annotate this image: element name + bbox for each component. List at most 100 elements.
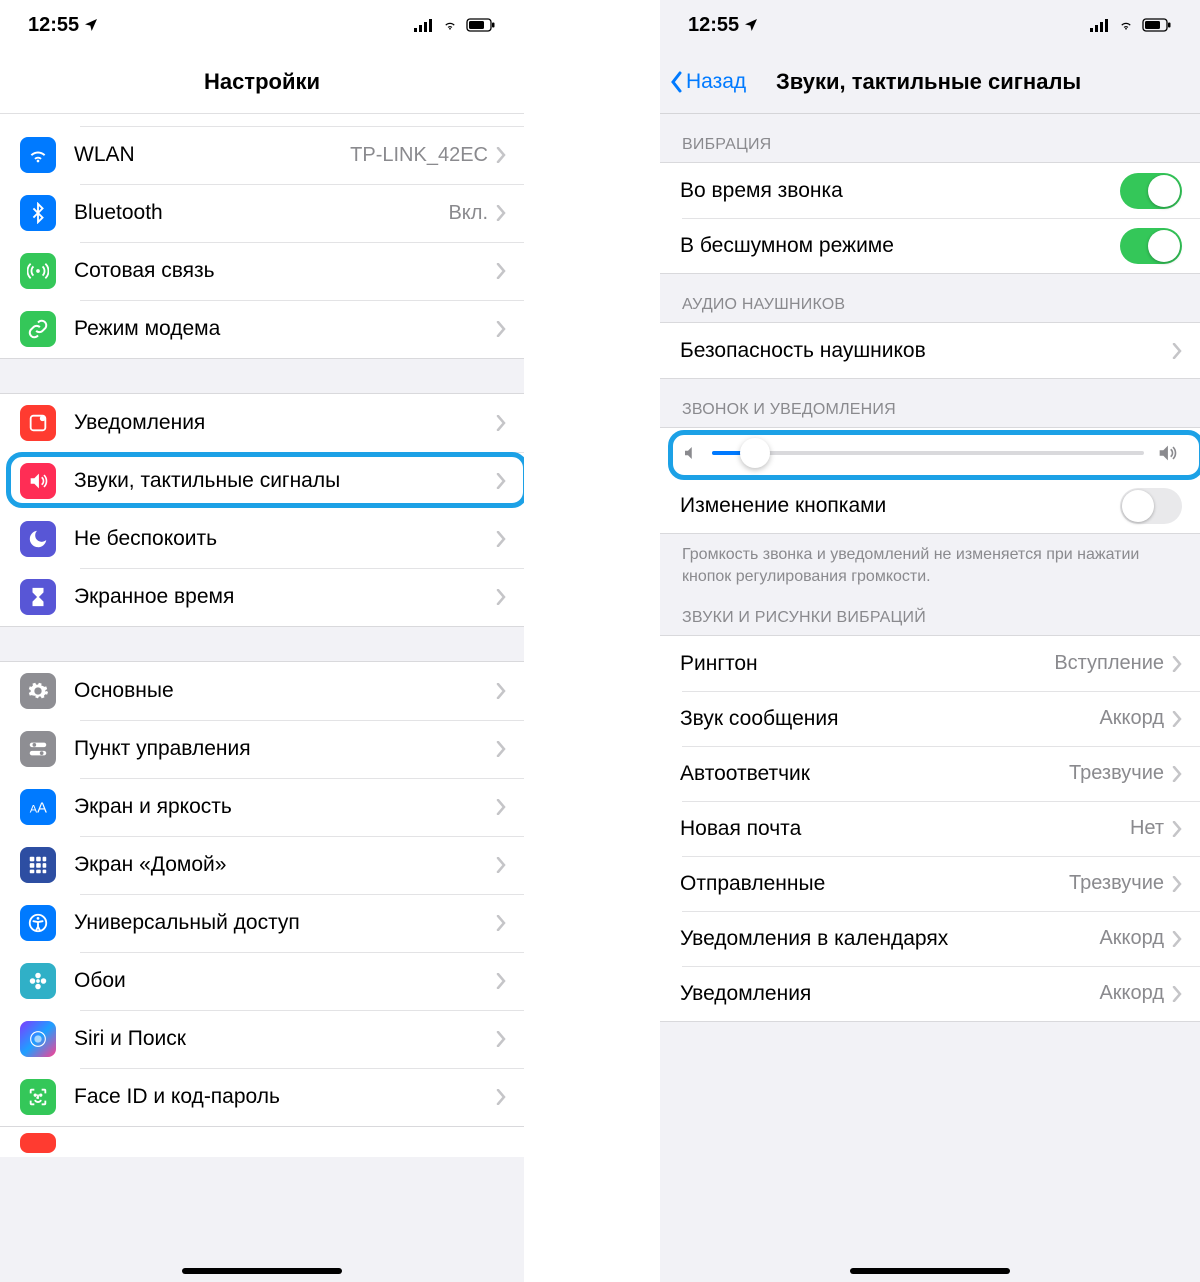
chevron-right-icon (1172, 931, 1182, 947)
settings-row-accessibility[interactable]: Универсальный доступ (0, 894, 524, 952)
settings-list[interactable]: WLAN TP-LINK_42EC Bluetooth Вкл. Сотовая… (0, 114, 524, 1282)
row-label: Рингтон (680, 652, 1054, 676)
chevron-right-icon (496, 741, 506, 757)
settings-row-wlan[interactable]: WLAN TP-LINK_42EC (0, 126, 524, 184)
row-value: Вступление (1054, 652, 1164, 675)
back-button[interactable]: Назад (670, 70, 746, 94)
settings-row-screentime[interactable]: Экранное время (0, 568, 524, 626)
row-label: Пункт управления (74, 737, 496, 761)
settings-row-faceid[interactable]: Face ID и код-пароль (0, 1068, 524, 1126)
partial-row-top (0, 114, 524, 126)
chevron-right-icon (496, 915, 506, 931)
settings-row-bluetooth[interactable]: Bluetooth Вкл. (0, 184, 524, 242)
toggle-change-buttons[interactable] (1120, 488, 1182, 524)
nav-bar: Настройки (0, 50, 524, 114)
settings-row-display[interactable]: AA Экран и яркость (0, 778, 524, 836)
row-value: Аккорд (1099, 707, 1164, 730)
row-label: Безопасность наушников (680, 339, 1172, 363)
nav-title: Настройки (204, 69, 320, 95)
row-label: Универсальный доступ (74, 911, 496, 935)
row-voicemail[interactable]: Автоответчик Трезвучие (660, 746, 1200, 801)
notifications-icon (20, 405, 56, 441)
chevron-right-icon (496, 531, 506, 547)
gear-icon (20, 673, 56, 709)
status-time: 12:55 (28, 14, 99, 37)
wifi-icon (1116, 18, 1136, 32)
wifi-icon (20, 137, 56, 173)
row-calendar-alerts[interactable]: Уведомления в календарях Аккорд (660, 911, 1200, 966)
volume-max-icon (1156, 442, 1178, 464)
section-header-ringer: ЗВОНОК И УВЕДОМЛЕНИЯ (660, 379, 1200, 427)
location-icon (743, 17, 759, 33)
cellular-icon (414, 18, 434, 32)
settings-row-home[interactable]: Экран «Домой» (0, 836, 524, 894)
section-header-audio: АУДИО НАУШНИКОВ (660, 274, 1200, 322)
settings-row-notifications[interactable]: Уведомления (0, 394, 524, 452)
row-vibrate-on-ring[interactable]: Во время звонка (660, 163, 1200, 218)
row-label: Face ID и код-пароль (74, 1085, 496, 1109)
row-text-tone[interactable]: Звук сообщения Аккорд (660, 691, 1200, 746)
row-reminder-alerts[interactable]: Уведомления Аккорд (660, 966, 1200, 1021)
row-label: Не беспокоить (74, 527, 496, 551)
row-label: Звук сообщения (680, 707, 1099, 731)
chevron-right-icon (496, 589, 506, 605)
row-label: Сотовая связь (74, 259, 496, 283)
hourglass-icon (20, 579, 56, 615)
settings-row-general[interactable]: Основные (0, 662, 524, 720)
siri-icon (20, 1021, 56, 1057)
chevron-right-icon (1172, 821, 1182, 837)
location-icon (83, 17, 99, 33)
bluetooth-icon (20, 195, 56, 231)
chevron-right-icon (1172, 656, 1182, 672)
home-indicator[interactable] (182, 1268, 342, 1274)
chevron-right-icon (496, 205, 506, 221)
settings-row-siri[interactable]: Siri и Поиск (0, 1010, 524, 1068)
time-text: 12:55 (28, 14, 79, 37)
settings-row-sounds[interactable]: Звуки, тактильные сигналы (0, 452, 524, 510)
chevron-right-icon (496, 263, 506, 279)
link-icon (20, 311, 56, 347)
row-value: Нет (1130, 817, 1164, 840)
faceid-icon (20, 1079, 56, 1115)
toggle-vibrate-ring[interactable] (1120, 173, 1182, 209)
settings-row-control-center[interactable]: Пункт управления (0, 720, 524, 778)
home-indicator[interactable] (850, 1268, 1010, 1274)
row-label: Siri и Поиск (74, 1027, 496, 1051)
row-new-mail[interactable]: Новая почта Нет (660, 801, 1200, 856)
row-label: Отправленные (680, 872, 1069, 896)
volume-slider[interactable] (712, 451, 1144, 455)
row-ringtone[interactable]: Рингтон Вступление (660, 636, 1200, 691)
row-vibrate-on-silent[interactable]: В бесшумном режиме (660, 218, 1200, 273)
settings-row-cellular[interactable]: Сотовая связь (0, 242, 524, 300)
row-label: Обои (74, 969, 496, 993)
moon-icon (20, 521, 56, 557)
svg-text:A: A (37, 801, 47, 817)
chevron-right-icon (496, 415, 506, 431)
chevron-right-icon (1172, 711, 1182, 727)
sounds-screen: 12:55 Назад Звуки, тактильные сигналы ВИ… (660, 0, 1200, 1282)
status-bar: 12:55 (0, 0, 524, 50)
back-label: Назад (686, 70, 746, 94)
textsize-icon: AA (20, 789, 56, 825)
time-text: 12:55 (688, 14, 739, 37)
sos-icon (20, 1133, 56, 1153)
speaker-icon (20, 463, 56, 499)
toggle-vibrate-silent[interactable] (1120, 228, 1182, 264)
row-sent-mail[interactable]: Отправленные Трезвучие (660, 856, 1200, 911)
row-value: Трезвучие (1069, 762, 1164, 785)
battery-icon (466, 18, 496, 32)
chevron-right-icon (496, 147, 506, 163)
row-change-with-buttons[interactable]: Изменение кнопками (660, 478, 1200, 533)
cellular-icon (1090, 18, 1110, 32)
settings-row-dnd[interactable]: Не беспокоить (0, 510, 524, 568)
row-label: Режим модема (74, 317, 496, 341)
row-label: Во время звонка (680, 179, 1120, 203)
chevron-right-icon (496, 1089, 506, 1105)
row-ringer-volume (660, 428, 1200, 478)
settings-row-wallpaper[interactable]: Обои (0, 952, 524, 1010)
sounds-list[interactable]: ВИБРАЦИЯ Во время звонка В бесшумном реж… (660, 114, 1200, 1282)
row-headphone-safety[interactable]: Безопасность наушников (660, 323, 1200, 378)
settings-row-hotspot[interactable]: Режим модема (0, 300, 524, 358)
status-icons (1090, 18, 1172, 32)
chevron-right-icon (1172, 876, 1182, 892)
